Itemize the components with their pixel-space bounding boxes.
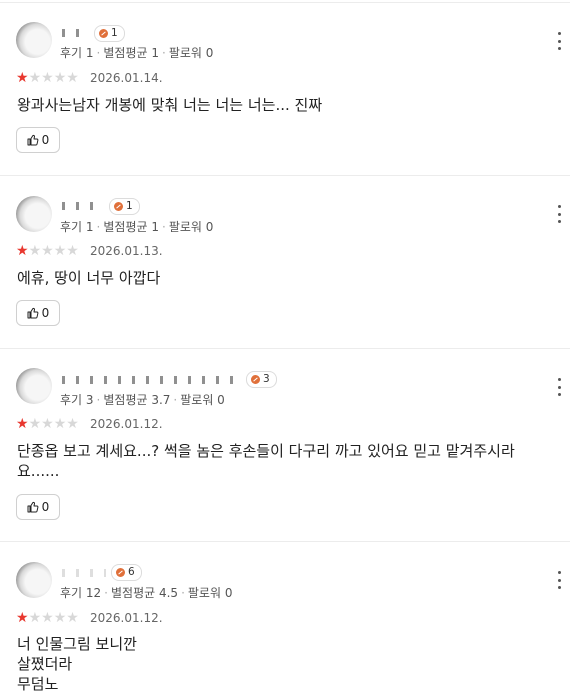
star-icon: ★ <box>53 243 67 259</box>
review-count: 후기 3 <box>60 393 94 407</box>
award-icon <box>114 202 123 211</box>
star-icon: ★ <box>66 243 79 259</box>
review-date: 2026.01.14. <box>90 71 163 85</box>
star-icon: ★ <box>16 416 29 432</box>
award-icon <box>251 375 260 384</box>
badge-count: 1 <box>126 200 133 212</box>
user-stats: 후기 1 · 별점평균 1 · 팔로워 0 <box>60 46 214 60</box>
avatar[interactable] <box>16 562 52 598</box>
star-icon: ★ <box>66 416 79 432</box>
review-count: 후기 1 <box>60 220 94 234</box>
user-stats: 후기 3 · 별점평균 3.7 · 팔로워 0 <box>60 393 225 407</box>
level-badge: 1 <box>94 25 125 42</box>
level-badge: 6 <box>111 564 142 581</box>
more-options-button[interactable] <box>553 571 565 589</box>
avatar[interactable] <box>16 22 52 58</box>
star-rating: ★★★★★ <box>16 610 79 626</box>
review-divider <box>0 348 570 349</box>
review-count: 후기 12 <box>60 586 102 600</box>
star-icon: ★ <box>41 416 54 432</box>
follower-count: 팔로워 0 <box>168 46 214 60</box>
review-count: 후기 1 <box>60 46 94 60</box>
star-icon: ★ <box>28 70 42 86</box>
award-icon <box>99 29 108 38</box>
star-icon: ★ <box>28 610 42 626</box>
star-icon: ★ <box>16 70 29 86</box>
star-icon: ★ <box>16 610 29 626</box>
star-icon: ★ <box>66 70 79 86</box>
nickname-blurred <box>62 376 240 384</box>
more-options-button[interactable] <box>553 32 565 50</box>
like-count: 0 <box>41 133 50 147</box>
avatar[interactable] <box>16 196 52 232</box>
star-icon: ★ <box>16 243 29 259</box>
review-divider <box>0 541 570 542</box>
star-icon: ★ <box>41 610 54 626</box>
like-count: 0 <box>41 306 50 320</box>
review-text: 왕과사는남자 개봉에 맞춰 너는 너는 너는... 진짜 <box>17 96 323 114</box>
review-divider <box>0 175 570 176</box>
star-icon: ★ <box>28 243 42 259</box>
review-text: 에휴, 땅이 너무 아깝다 <box>17 269 161 287</box>
review-date: 2026.01.13. <box>90 244 163 258</box>
thumbs-up-icon <box>27 307 39 319</box>
like-button[interactable]: 0 <box>16 494 60 520</box>
badge-count: 3 <box>263 373 270 385</box>
star-rating: ★★★★★ <box>16 70 79 86</box>
rating-average: 별점평균 3.7 <box>103 393 171 407</box>
badge-count: 1 <box>111 27 118 39</box>
star-icon: ★ <box>53 610 67 626</box>
star-rating: ★★★★★ <box>16 243 79 259</box>
follower-count: 팔로워 0 <box>187 586 233 600</box>
rating-average: 별점평균 4.5 <box>111 586 179 600</box>
review-text: 너 인물그림 보니깐 살쪘더라 무덤노 <box>17 635 137 693</box>
like-button[interactable]: 0 <box>16 127 60 153</box>
user-stats: 후기 12 · 별점평균 4.5 · 팔로워 0 <box>60 586 233 600</box>
more-options-button[interactable] <box>553 205 565 223</box>
level-badge: 1 <box>109 198 140 215</box>
thumbs-up-icon <box>27 134 39 146</box>
level-badge: 3 <box>246 371 277 388</box>
nickname-blurred <box>62 569 106 577</box>
star-icon: ★ <box>53 416 67 432</box>
nickname-blurred <box>62 202 104 210</box>
thumbs-up-icon <box>27 501 39 513</box>
star-icon: ★ <box>66 610 79 626</box>
like-button[interactable]: 0 <box>16 300 60 326</box>
more-options-button[interactable] <box>553 378 565 396</box>
nickname-blurred <box>62 29 88 37</box>
like-count: 0 <box>41 500 50 514</box>
review-date: 2026.01.12. <box>90 611 163 625</box>
review-date: 2026.01.12. <box>90 417 163 431</box>
top-divider <box>0 2 570 3</box>
award-icon <box>116 568 125 577</box>
star-icon: ★ <box>41 70 54 86</box>
review-text: 단종옵 보고 계세요...? 썩을 놈은 후손들이 다구리 까고 있어요 믿고 … <box>17 442 515 480</box>
badge-count: 6 <box>128 566 135 578</box>
avatar[interactable] <box>16 368 52 404</box>
star-rating: ★★★★★ <box>16 416 79 432</box>
follower-count: 팔로워 0 <box>180 393 225 407</box>
star-icon: ★ <box>28 416 42 432</box>
star-icon: ★ <box>41 243 54 259</box>
star-icon: ★ <box>53 70 67 86</box>
user-stats: 후기 1 · 별점평균 1 · 팔로워 0 <box>60 220 214 234</box>
rating-average: 별점평균 1 <box>103 46 159 60</box>
follower-count: 팔로워 0 <box>168 220 214 234</box>
rating-average: 별점평균 1 <box>103 220 159 234</box>
